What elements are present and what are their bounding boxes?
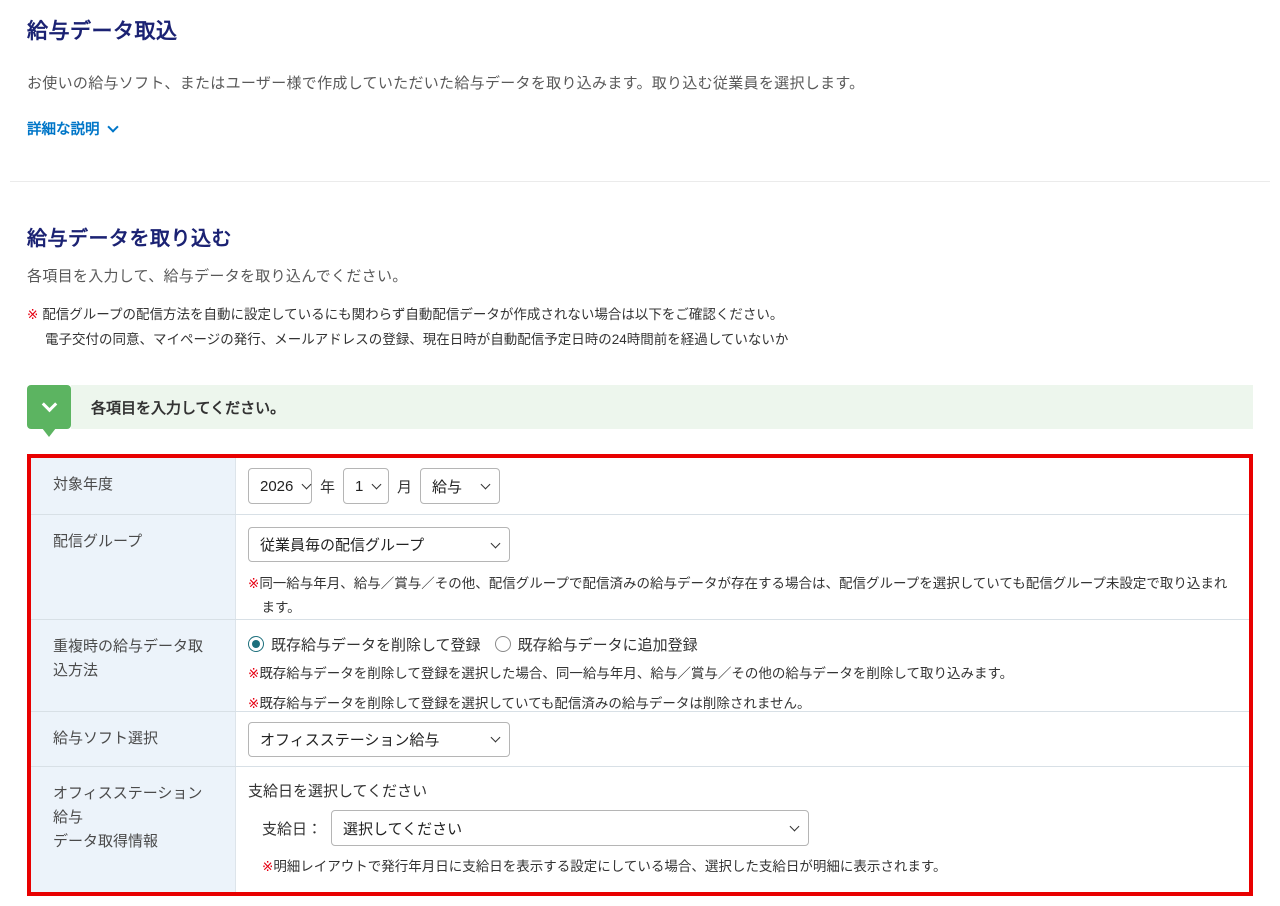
- year-unit-label: 年: [320, 478, 336, 496]
- year-select[interactable]: 2026: [248, 468, 312, 504]
- delivery-group-select[interactable]: 従業員毎の配信グループ: [248, 527, 510, 562]
- duplicate-method-radio-group: 既存給与データを削除して登録 既存給与データに追加登録: [248, 631, 1233, 657]
- payday-select-row: 支給日： 選択してください: [248, 810, 1233, 846]
- chevron-down-icon: [106, 120, 119, 133]
- chevron-down-icon: [490, 732, 501, 743]
- import-form-table: 対象年度 2026 年 1 月 給与 配信グループ 従業員毎の配信グループ ※同…: [27, 454, 1253, 896]
- row-content: 既存給与データを削除して登録 既存給与データに追加登録 ※既存給与データを削除し…: [236, 620, 1249, 711]
- chevron-down-icon: [301, 479, 312, 490]
- page-title: 給与データ取込: [27, 20, 178, 43]
- delivery-group-note: ※同一給与年月、給与／賞与／その他、配信グループで配信済みの給与データが存在する…: [248, 572, 1233, 620]
- section-lead: 各項目を入力して、給与データを取り込んでください。: [27, 268, 408, 285]
- note-mark: ※: [248, 576, 260, 591]
- chevron-down-icon: [41, 396, 57, 413]
- note-text: 明細レイアウトで発行年月日に支給日を表示する設定にしている場合、選択した支給日が…: [273, 859, 947, 874]
- collapse-toggle-button[interactable]: [27, 385, 71, 437]
- payday-label: 支給日：: [262, 820, 323, 838]
- table-row-software-select: 給与ソフト選択 オフィスステーション給与: [31, 712, 1249, 767]
- chevron-down-icon: [490, 538, 501, 548]
- section-title: 給与データを取り込む: [27, 228, 232, 250]
- table-row-delivery-group: 配信グループ 従業員毎の配信グループ ※同一給与年月、給与／賞与／その他、配信グ…: [31, 515, 1249, 620]
- delivery-group-select-value: 従業員毎の配信グループ: [260, 537, 425, 554]
- detail-link-label: 詳細な説明: [27, 122, 100, 138]
- radio-delete-existing[interactable]: [248, 636, 264, 652]
- note-mark: ※: [27, 307, 39, 322]
- note-line: ※ 配信グループの配信方法を自動に設定しているにも関わらず自動配信データが作成され…: [27, 302, 1253, 327]
- speech-bubble-tail: [42, 428, 56, 437]
- section-notes: ※ 配信グループの配信方法を自動に設定しているにも関わらず自動配信データが作成され…: [27, 302, 1253, 352]
- row-label: 給与ソフト選択: [31, 712, 236, 766]
- section-divider: [10, 181, 1270, 182]
- software-select-value: オフィスステーション給与: [260, 731, 440, 749]
- banner-text: 各項目を入力してください。: [71, 385, 1253, 429]
- page-description: お使いの給与ソフト、またはユーザー様で作成していただいた給与データを取り込みます…: [27, 75, 865, 92]
- row-content: 2026 年 1 月 給与: [236, 458, 1249, 514]
- paytype-select-value: 給与: [432, 478, 463, 496]
- note-text: 配信グループの配信方法を自動に設定しているにも関わらず自動配信データが作成されな…: [42, 307, 784, 322]
- note-text: 既存給与データを削除して登録を選択した場合、同一給与年月、給与／賞与／その他の給…: [259, 666, 1014, 681]
- row-label: 対象年度: [31, 458, 236, 514]
- payday-select[interactable]: 選択してください: [331, 810, 810, 846]
- table-row-data-info: オフィスステーション給与 データ取得情報 支給日を選択してください 支給日： 選…: [31, 767, 1249, 892]
- row-label: 重複時の給与データ取込方法: [31, 620, 236, 711]
- step-banner: 各項目を入力してください。: [27, 385, 1253, 437]
- note-line: 電子交付の同意、マイページの発行、メールアドレスの登録、現在日時が自動配信予定日…: [45, 332, 789, 347]
- note-mark: ※: [248, 666, 260, 681]
- note-mark: ※: [262, 859, 274, 874]
- chevron-down-icon: [480, 479, 491, 490]
- note-text: 同一給与年月、給与／賞与／その他、配信グループで配信済みの給与データが存在する場…: [259, 576, 1228, 615]
- month-unit-label: 月: [397, 478, 413, 496]
- row-content: 従業員毎の配信グループ ※同一給与年月、給与／賞与／その他、配信グループで配信済…: [236, 515, 1249, 619]
- note-text: 既存給与データを削除して登録を選択していても配信済みの給与データは削除されません…: [259, 696, 811, 711]
- row-content: オフィスステーション給与: [236, 712, 1249, 766]
- row-content: 支給日を選択してください 支給日： 選択してください ※明細レイアウトで発行年月…: [236, 767, 1249, 892]
- paytype-select[interactable]: 給与: [420, 468, 501, 504]
- row-label: 配信グループ: [31, 515, 236, 619]
- month-select[interactable]: 1: [343, 468, 390, 504]
- chevron-down-icon: [789, 821, 800, 832]
- year-select-value: 2026: [260, 477, 294, 495]
- note-mark: ※: [248, 696, 260, 711]
- radio-delete-existing-label[interactable]: 既存給与データを削除して登録: [271, 634, 481, 655]
- row-label: オフィスステーション給与 データ取得情報: [31, 767, 236, 892]
- software-select[interactable]: オフィスステーション給与: [248, 721, 510, 757]
- table-row-target-year: 対象年度 2026 年 1 月 給与: [31, 458, 1249, 515]
- row-label-line1: オフィスステーション給与: [53, 785, 203, 826]
- table-row-duplicate-method: 重複時の給与データ取込方法 既存給与データを削除して登録 既存給与データに追加登…: [31, 620, 1249, 712]
- duplicate-method-note-1: ※既存給与データを削除して登録を選択した場合、同一給与年月、給与／賞与／その他の…: [248, 660, 1233, 687]
- payday-note: ※明細レイアウトで発行年月日に支給日を表示する設定にしている場合、選択した支給日…: [262, 855, 1233, 879]
- radio-append-label[interactable]: 既存給与データに追加登録: [518, 634, 698, 655]
- radio-append[interactable]: [494, 636, 511, 652]
- page: 給与データ取込 お使いの給与ソフト、またはユーザー様で作成していただいた給与デー…: [0, 0, 1280, 906]
- payday-heading: 支給日を選択してください: [248, 783, 428, 800]
- detail-description-toggle[interactable]: 詳細な説明: [27, 118, 119, 139]
- month-select-value: 1: [355, 477, 364, 495]
- payday-select-value: 選択してください: [343, 820, 463, 838]
- chevron-down-icon: [371, 479, 382, 490]
- row-label-line2: データ取得情報: [53, 833, 159, 850]
